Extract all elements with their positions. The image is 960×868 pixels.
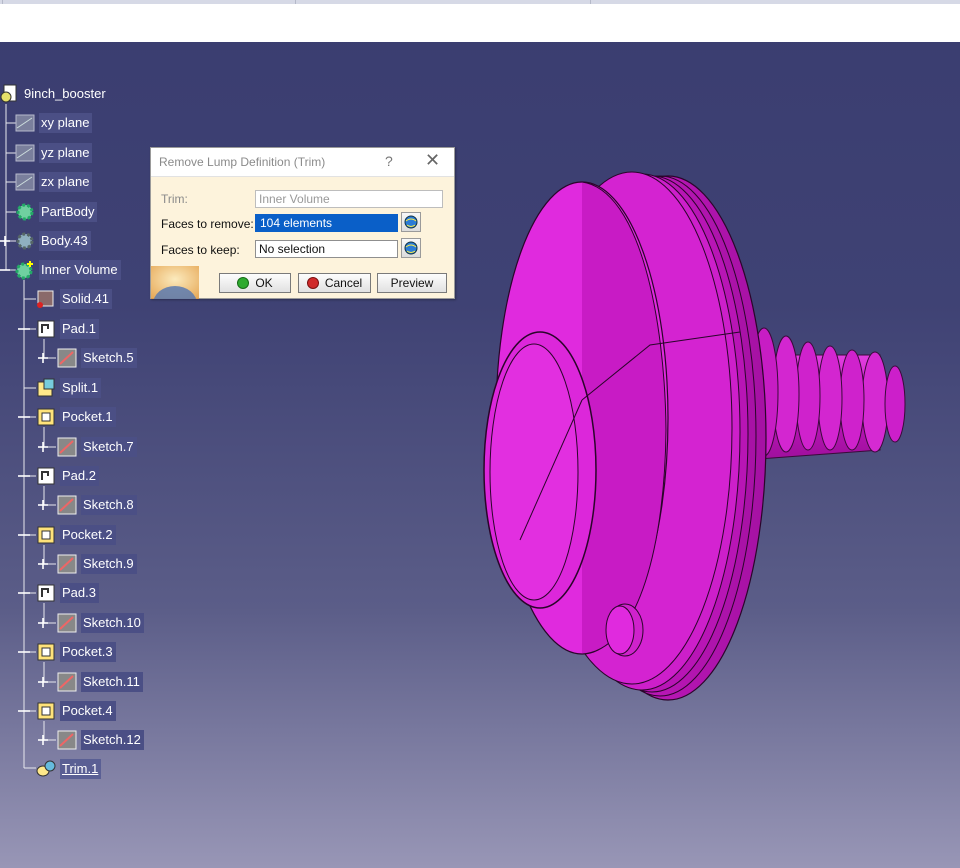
gear-body-icon (15, 261, 33, 280)
sketch-icon (57, 437, 77, 457)
tree-root-label: 9inch_booster (24, 86, 106, 101)
cancel-dot-icon (306, 277, 319, 289)
tree-item-inner-volume[interactable]: Inner Volume (14, 259, 121, 281)
tree-item-sketch-12[interactable]: Sketch.12 (56, 729, 144, 751)
faces-to-remove-selector-button[interactable] (401, 212, 421, 232)
tree-item-pocket-4[interactable]: Pocket.4 (35, 700, 116, 722)
trim-icon (36, 760, 56, 777)
pad-icon (37, 584, 55, 602)
tree-item-trim-1[interactable]: Trim.1 (35, 758, 102, 780)
gear-body-icon (16, 232, 34, 250)
pocket-icon (37, 408, 55, 426)
sketch-icon (57, 613, 77, 633)
tree-item-partbody[interactable]: PartBody (14, 201, 98, 223)
plane-icon (15, 144, 35, 162)
tree-item-pad-1[interactable]: Pad.1 (35, 318, 99, 340)
plane-icon (15, 173, 35, 191)
faces-to-keep-selector-button[interactable] (401, 238, 421, 258)
tree-root-part[interactable]: 9inch_booster (0, 83, 109, 105)
sketch-icon (57, 348, 77, 368)
tree-item-zx-plane[interactable]: zx plane (14, 171, 93, 193)
tree-item-yz-plane[interactable]: yz plane (14, 142, 93, 164)
tree-item-sketch-10[interactable]: Sketch.10 (56, 612, 144, 634)
help-button[interactable]: ? (385, 153, 393, 169)
tree-item-sketch-11[interactable]: Sketch.11 (56, 671, 143, 693)
tree-item-solid-41[interactable]: Solid.41 (35, 288, 112, 310)
tree-item-sketch-5[interactable]: Sketch.5 (56, 347, 137, 369)
sketch-icon (57, 554, 77, 574)
part-document-icon (0, 84, 17, 103)
tree-item-sketch-7[interactable]: Sketch.7 (56, 436, 137, 458)
faces-to-remove-label: Faces to remove: (161, 217, 254, 231)
catia-logo-globe (151, 266, 199, 299)
pocket-icon (37, 643, 55, 661)
tree-item-body-43[interactable]: Body.43 (14, 230, 91, 252)
faces-to-remove-field[interactable]: 104 elements (255, 214, 398, 232)
tree-item-pad-2[interactable]: Pad.2 (35, 465, 99, 487)
faces-to-keep-field[interactable]: No selection (255, 240, 398, 258)
ok-dot-icon (237, 277, 250, 289)
pocket-icon (37, 702, 55, 720)
faces-to-keep-label: Faces to keep: (161, 243, 240, 257)
remove-lump-dialog: Remove Lump Definition (Trim) ? ✕ Trim: … (150, 147, 455, 299)
pocket-icon (37, 526, 55, 544)
tree-item-sketch-9[interactable]: Sketch.9 (56, 553, 137, 575)
selection-globe-icon (404, 241, 418, 255)
tree-item-pad-3[interactable]: Pad.3 (35, 582, 99, 604)
tree-item-pocket-2[interactable]: Pocket.2 (35, 524, 116, 546)
gear-body-icon (16, 203, 34, 221)
sketch-icon (57, 495, 77, 515)
ok-button[interactable]: OK (219, 273, 291, 293)
specification-tree: 9inch_booster xy plane yz plane zx plane… (0, 0, 160, 868)
pad-icon (37, 467, 55, 485)
3d-model-viewport[interactable] (480, 160, 940, 720)
cancel-button[interactable]: Cancel (298, 273, 371, 293)
sketch-icon (57, 730, 77, 750)
pad-icon (37, 320, 55, 338)
trim-field: Inner Volume (255, 190, 443, 208)
tree-item-xy-plane[interactable]: xy plane (14, 112, 93, 134)
trim-label: Trim: (161, 192, 188, 206)
tree-item-split-1[interactable]: Split.1 (35, 377, 102, 399)
tree-item-pocket-1[interactable]: Pocket.1 (35, 406, 116, 428)
plane-icon (15, 114, 35, 132)
selection-globe-icon (404, 215, 418, 229)
tree-item-sketch-8[interactable]: Sketch.8 (56, 494, 137, 516)
sketch-icon (57, 672, 77, 692)
solid-icon (37, 290, 54, 308)
dialog-title-bar[interactable]: Remove Lump Definition (Trim) ? ✕ (151, 148, 454, 177)
split-icon (37, 378, 55, 397)
close-button[interactable]: ✕ (425, 150, 440, 171)
dialog-title: Remove Lump Definition (Trim) (159, 155, 326, 169)
threaded-shaft (744, 327, 906, 461)
tree-item-pocket-3[interactable]: Pocket.3 (35, 641, 116, 663)
preview-button[interactable]: Preview (377, 273, 447, 293)
